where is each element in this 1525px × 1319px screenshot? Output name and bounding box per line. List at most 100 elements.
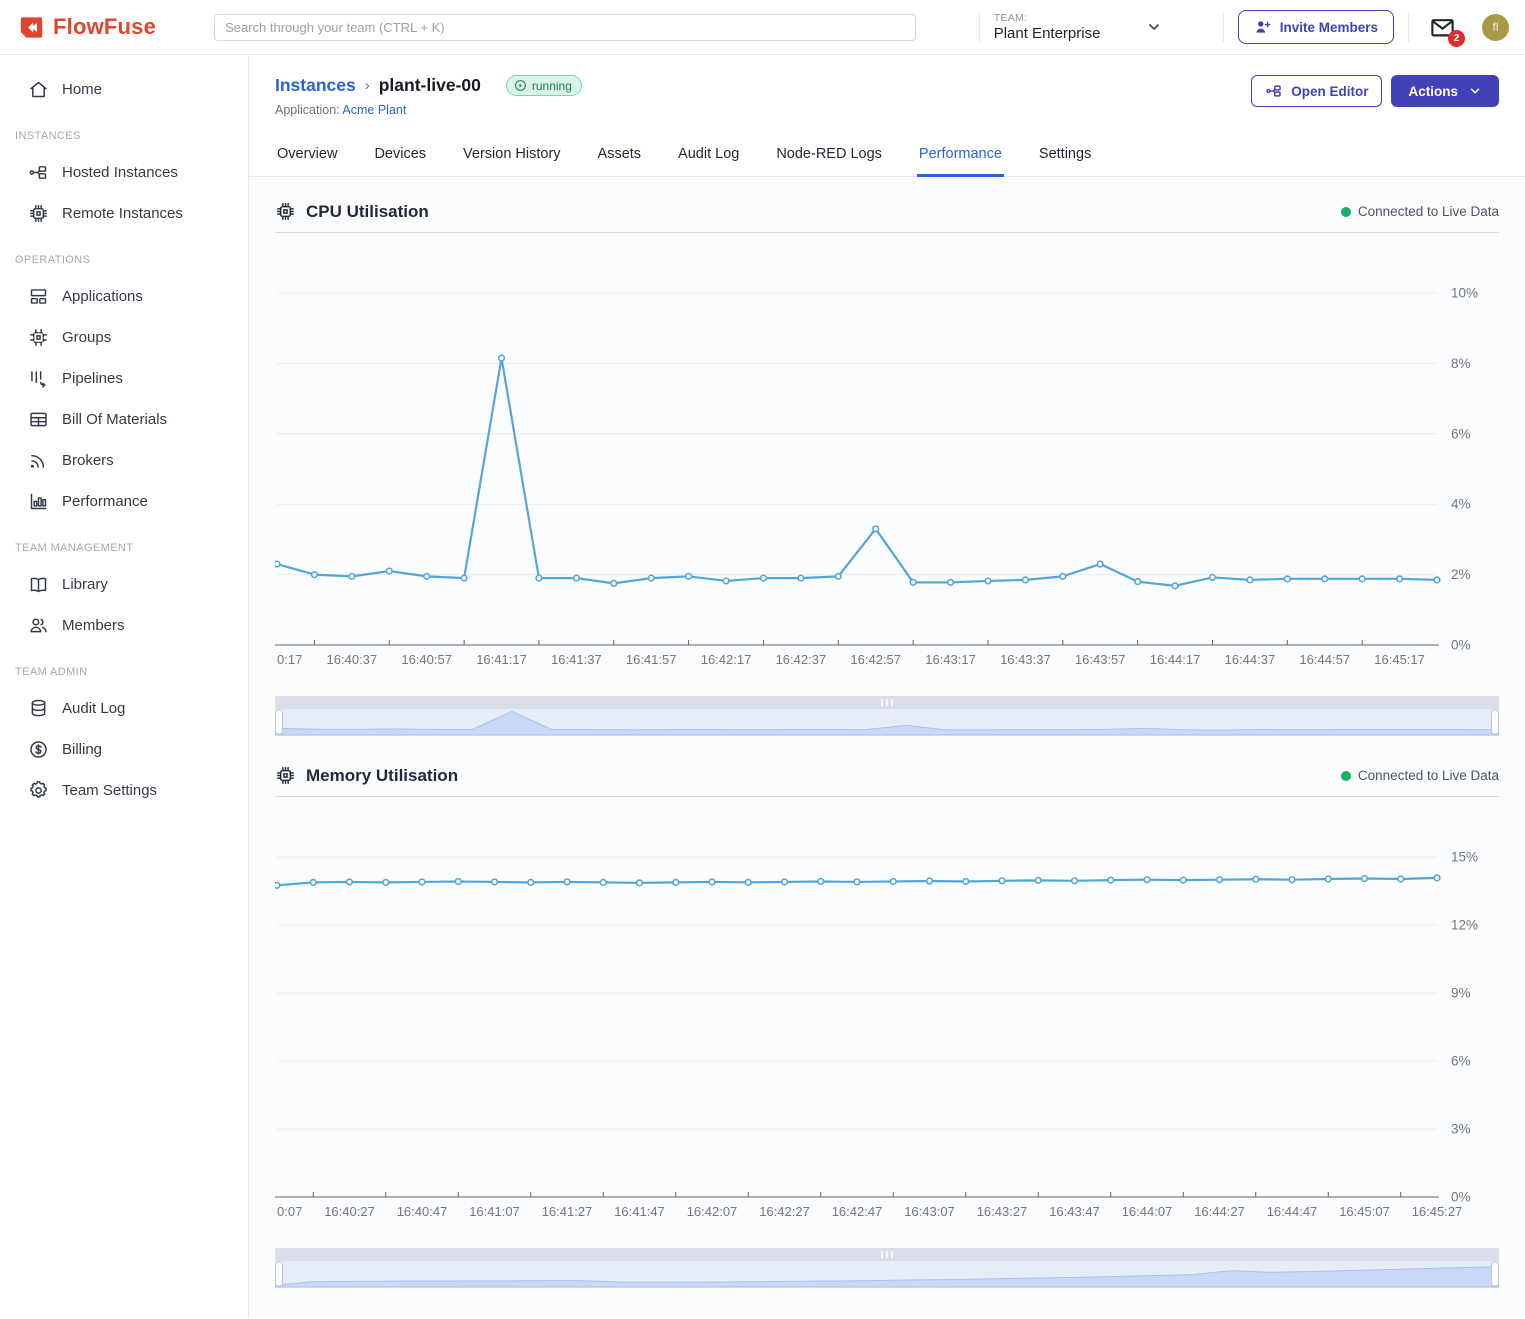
sidebar-item-audit-log[interactable]: Audit Log bbox=[0, 688, 248, 729]
data-point bbox=[1247, 577, 1253, 583]
data-point bbox=[1172, 583, 1178, 589]
sidebar-item-billing[interactable]: Billing bbox=[0, 729, 248, 770]
breadcrumb-instances-link[interactable]: Instances bbox=[275, 75, 356, 96]
data-point bbox=[648, 575, 654, 581]
data-point bbox=[1035, 878, 1041, 884]
memory-chart-title: Memory Utilisation bbox=[306, 766, 458, 786]
sidebar-item-team-settings[interactable]: Team Settings bbox=[0, 770, 248, 811]
tab-devices[interactable]: Devices bbox=[372, 137, 428, 177]
x-axis-label: 16:45:17 bbox=[1374, 652, 1425, 667]
live-status-dot bbox=[1341, 771, 1351, 781]
data-point bbox=[349, 574, 355, 580]
brush-grip[interactable] bbox=[886, 699, 888, 706]
performance-content: CPU Utilisation Connected to Live Data 0… bbox=[249, 177, 1525, 1318]
tab-assets[interactable]: Assets bbox=[596, 137, 644, 177]
mem-brush-svg[interactable] bbox=[275, 1248, 1499, 1288]
team-selector[interactable]: TEAM: Plant Enterprise bbox=[994, 12, 1209, 42]
data-point bbox=[536, 575, 542, 581]
avatar[interactable]: fl bbox=[1482, 14, 1509, 41]
data-point bbox=[818, 879, 824, 885]
tab-audit-log[interactable]: Audit Log bbox=[676, 137, 741, 177]
brush-grip[interactable] bbox=[886, 1251, 888, 1258]
x-axis-label: 16:44:57 bbox=[1299, 652, 1350, 667]
sidebar-item-bill-of-materials[interactable]: Bill Of Materials bbox=[0, 399, 248, 440]
x-axis-label: 16:41:57 bbox=[626, 652, 677, 667]
tab-version-history[interactable]: Version History bbox=[461, 137, 563, 177]
applications-icon bbox=[28, 286, 49, 307]
x-axis-label: 16:41:37 bbox=[551, 652, 602, 667]
data-point bbox=[854, 879, 860, 885]
x-axis-label: 16:43:17 bbox=[925, 652, 976, 667]
x-axis-label: 16:41:07 bbox=[469, 1204, 520, 1219]
sidebar-item-label: Pipelines bbox=[62, 370, 123, 387]
members-icon bbox=[28, 615, 49, 636]
tab-performance[interactable]: Performance bbox=[917, 137, 1004, 177]
sidebar-item-brokers[interactable]: Brokers bbox=[0, 440, 248, 481]
notification-badge: 2 bbox=[1448, 30, 1465, 47]
brush-handle-left[interactable] bbox=[276, 710, 283, 734]
cpu-utilisation-chart: 0%2%4%6%8%10%0:1716:40:3716:40:5716:41:1… bbox=[275, 233, 1499, 680]
editor-nodes-icon bbox=[1265, 82, 1283, 100]
sidebar-item-hosted-instances[interactable]: Hosted Instances bbox=[0, 152, 248, 193]
x-axis-label: 16:40:27 bbox=[324, 1204, 375, 1219]
sidebar-item-groups[interactable]: Groups bbox=[0, 317, 248, 358]
brush-grip[interactable] bbox=[891, 699, 893, 706]
brush-handle-right[interactable] bbox=[1492, 710, 1499, 734]
cpu-brush-svg[interactable] bbox=[275, 696, 1499, 736]
data-point bbox=[1289, 877, 1295, 883]
data-point bbox=[275, 561, 280, 567]
cpu-chart-range-slider[interactable] bbox=[275, 696, 1499, 741]
data-point bbox=[275, 883, 280, 889]
data-point bbox=[564, 879, 570, 885]
sidebar-item-performance[interactable]: Performance bbox=[0, 481, 248, 522]
invite-members-button[interactable]: Invite Members bbox=[1238, 10, 1394, 44]
sidebar-item-pipelines[interactable]: Pipelines bbox=[0, 358, 248, 399]
data-point bbox=[461, 575, 467, 581]
invite-members-label: Invite Members bbox=[1280, 20, 1378, 35]
actions-button[interactable]: Actions bbox=[1391, 75, 1499, 107]
sidebar-item-home[interactable]: Home bbox=[0, 69, 248, 110]
data-point bbox=[723, 578, 729, 584]
user-plus-icon bbox=[1254, 18, 1272, 36]
divider bbox=[1408, 12, 1409, 42]
open-editor-button[interactable]: Open Editor bbox=[1251, 75, 1382, 107]
bill-of-materials-icon bbox=[28, 409, 49, 430]
data-point bbox=[798, 575, 804, 581]
tab-node-red-logs[interactable]: Node-RED Logs bbox=[774, 137, 884, 177]
tab-settings[interactable]: Settings bbox=[1037, 137, 1093, 177]
sidebar-item-members[interactable]: Members bbox=[0, 605, 248, 646]
data-point bbox=[1359, 576, 1365, 582]
x-axis-label: 16:43:47 bbox=[1049, 1204, 1100, 1219]
y-axis-label: 4% bbox=[1451, 497, 1471, 512]
notifications-button[interactable]: 2 bbox=[1429, 14, 1456, 41]
memory-chart-range-slider[interactable] bbox=[275, 1248, 1499, 1293]
cpu-section-header: CPU Utilisation Connected to Live Data bbox=[275, 193, 1499, 233]
flowfuse-logo[interactable]: FlowFuse bbox=[18, 14, 156, 41]
brush-handle-right[interactable] bbox=[1492, 1262, 1499, 1286]
data-point bbox=[1397, 576, 1403, 582]
chip-icon bbox=[275, 201, 296, 222]
data-point bbox=[1217, 877, 1223, 883]
groups-icon bbox=[28, 327, 49, 348]
brush-grip[interactable] bbox=[881, 699, 883, 706]
brush-grip[interactable] bbox=[891, 1251, 893, 1258]
application-link[interactable]: Acme Plant bbox=[342, 103, 406, 117]
data-point bbox=[1023, 577, 1029, 583]
sidebar-item-remote-instances[interactable]: Remote Instances bbox=[0, 193, 248, 234]
sidebar: HomeINSTANCESHosted InstancesRemote Inst… bbox=[0, 55, 249, 1318]
data-point bbox=[963, 879, 969, 885]
search-input[interactable] bbox=[214, 14, 916, 41]
data-point bbox=[1362, 876, 1368, 882]
data-point bbox=[673, 880, 679, 886]
sidebar-item-library[interactable]: Library bbox=[0, 564, 248, 605]
x-axis-label: 16:42:57 bbox=[850, 652, 901, 667]
brush-handle-left[interactable] bbox=[276, 1262, 283, 1286]
brush-grip[interactable] bbox=[881, 1251, 883, 1258]
x-axis-label: 16:42:37 bbox=[776, 652, 827, 667]
tab-overview[interactable]: Overview bbox=[275, 137, 339, 177]
sidebar-item-applications[interactable]: Applications bbox=[0, 276, 248, 317]
sidebar-section-label: OPERATIONS bbox=[0, 234, 248, 276]
data-point bbox=[1060, 574, 1066, 580]
sidebar-item-label: Performance bbox=[62, 493, 148, 510]
x-axis-label: 0:17 bbox=[277, 652, 302, 667]
